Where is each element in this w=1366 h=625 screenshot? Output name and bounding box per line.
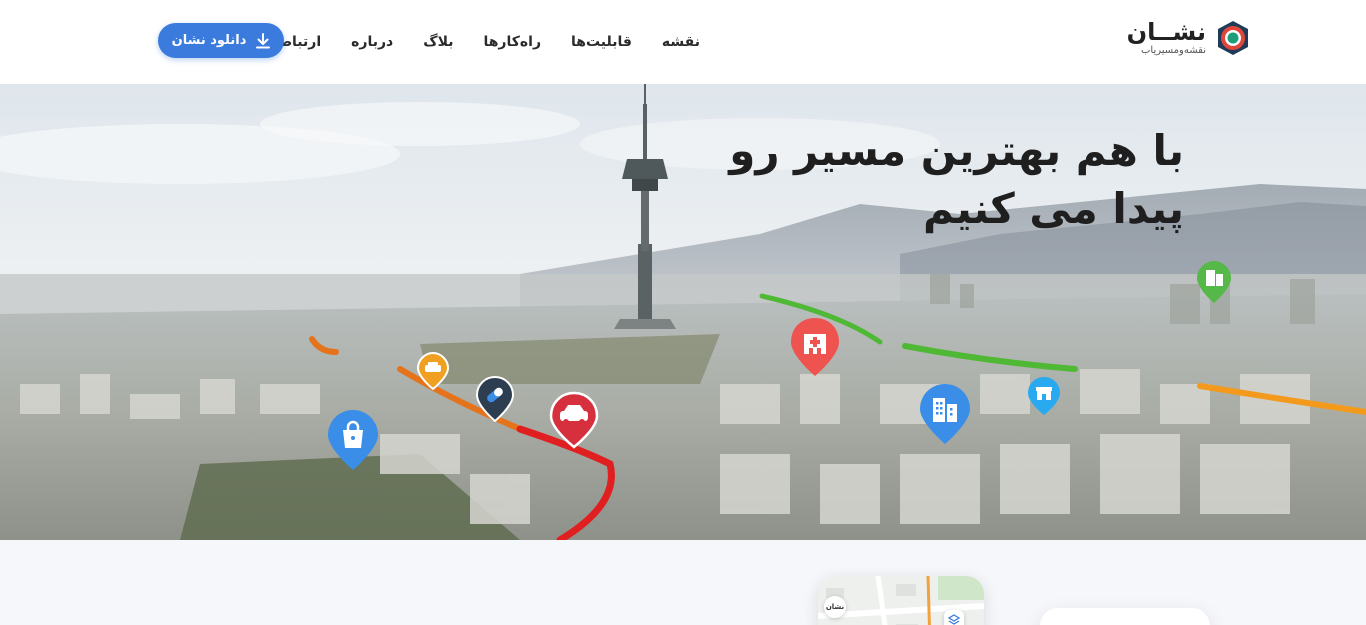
brand-tagline: نقشه‌ومسیریاب xyxy=(1140,45,1206,56)
taxi-pin[interactable] xyxy=(416,351,450,394)
hero-headline-line2: پیدا می کنیم xyxy=(923,184,1184,233)
map-logo-badge: نشان xyxy=(824,596,846,618)
hero-headline-line1: با هم بهترین مسیر رو xyxy=(729,126,1184,175)
main-nav: نقشه قابلیت‌ها راه‌کارها بلاگ درباره ارت… xyxy=(213,0,700,84)
store-icon xyxy=(1036,387,1052,400)
green-building-pin[interactable] xyxy=(1196,260,1232,308)
feature-card xyxy=(1040,608,1210,625)
traffic-car-pin[interactable] xyxy=(549,391,599,453)
download-app-button[interactable]: دانلود نشان xyxy=(158,23,284,58)
nav-item-features[interactable]: قابلیت‌ها xyxy=(571,34,632,50)
page: نشــان نقشه‌ومسیریاب نقشه قابلیت‌ها راه‌… xyxy=(0,0,1366,625)
brand-logo-link[interactable]: نشــان نقشه‌ومسیریاب xyxy=(1127,14,1252,62)
shopping-bag-pin[interactable] xyxy=(326,408,380,476)
store-pin[interactable] xyxy=(1027,376,1061,420)
neshan-logo-icon xyxy=(1214,19,1252,57)
pharmacy-pin[interactable] xyxy=(475,375,515,426)
brand-name: نشــان xyxy=(1126,18,1206,46)
features-preview-section: نشان xyxy=(0,540,1366,625)
download-icon xyxy=(256,32,271,48)
nav-item-about[interactable]: درباره xyxy=(351,34,393,50)
site-header: نشــان نقشه‌ومسیریاب نقشه قابلیت‌ها راه‌… xyxy=(0,0,1366,84)
nav-item-solutions[interactable]: راه‌کارها xyxy=(483,34,541,50)
nav-item-blog[interactable]: بلاگ xyxy=(423,34,453,50)
layers-icon xyxy=(948,614,960,625)
layers-button[interactable] xyxy=(944,610,964,625)
map-badge-label: نشان xyxy=(825,603,845,611)
hero-section: با هم بهترین مسیر رو پیدا می کنیم xyxy=(0,84,1366,540)
app-map-preview: نشان xyxy=(818,576,984,625)
nav-item-map[interactable]: نقشه xyxy=(662,34,700,50)
brand-text: نشــان نقشه‌ومسیریاب xyxy=(1127,19,1206,57)
hospital-pin[interactable] xyxy=(789,316,841,382)
hospital-icon xyxy=(804,334,826,354)
hero-headline: با هم بهترین مسیر رو پیدا می کنیم xyxy=(729,122,1184,238)
office-building-pin[interactable] xyxy=(918,382,972,450)
download-app-label: دانلود نشان xyxy=(171,33,247,48)
